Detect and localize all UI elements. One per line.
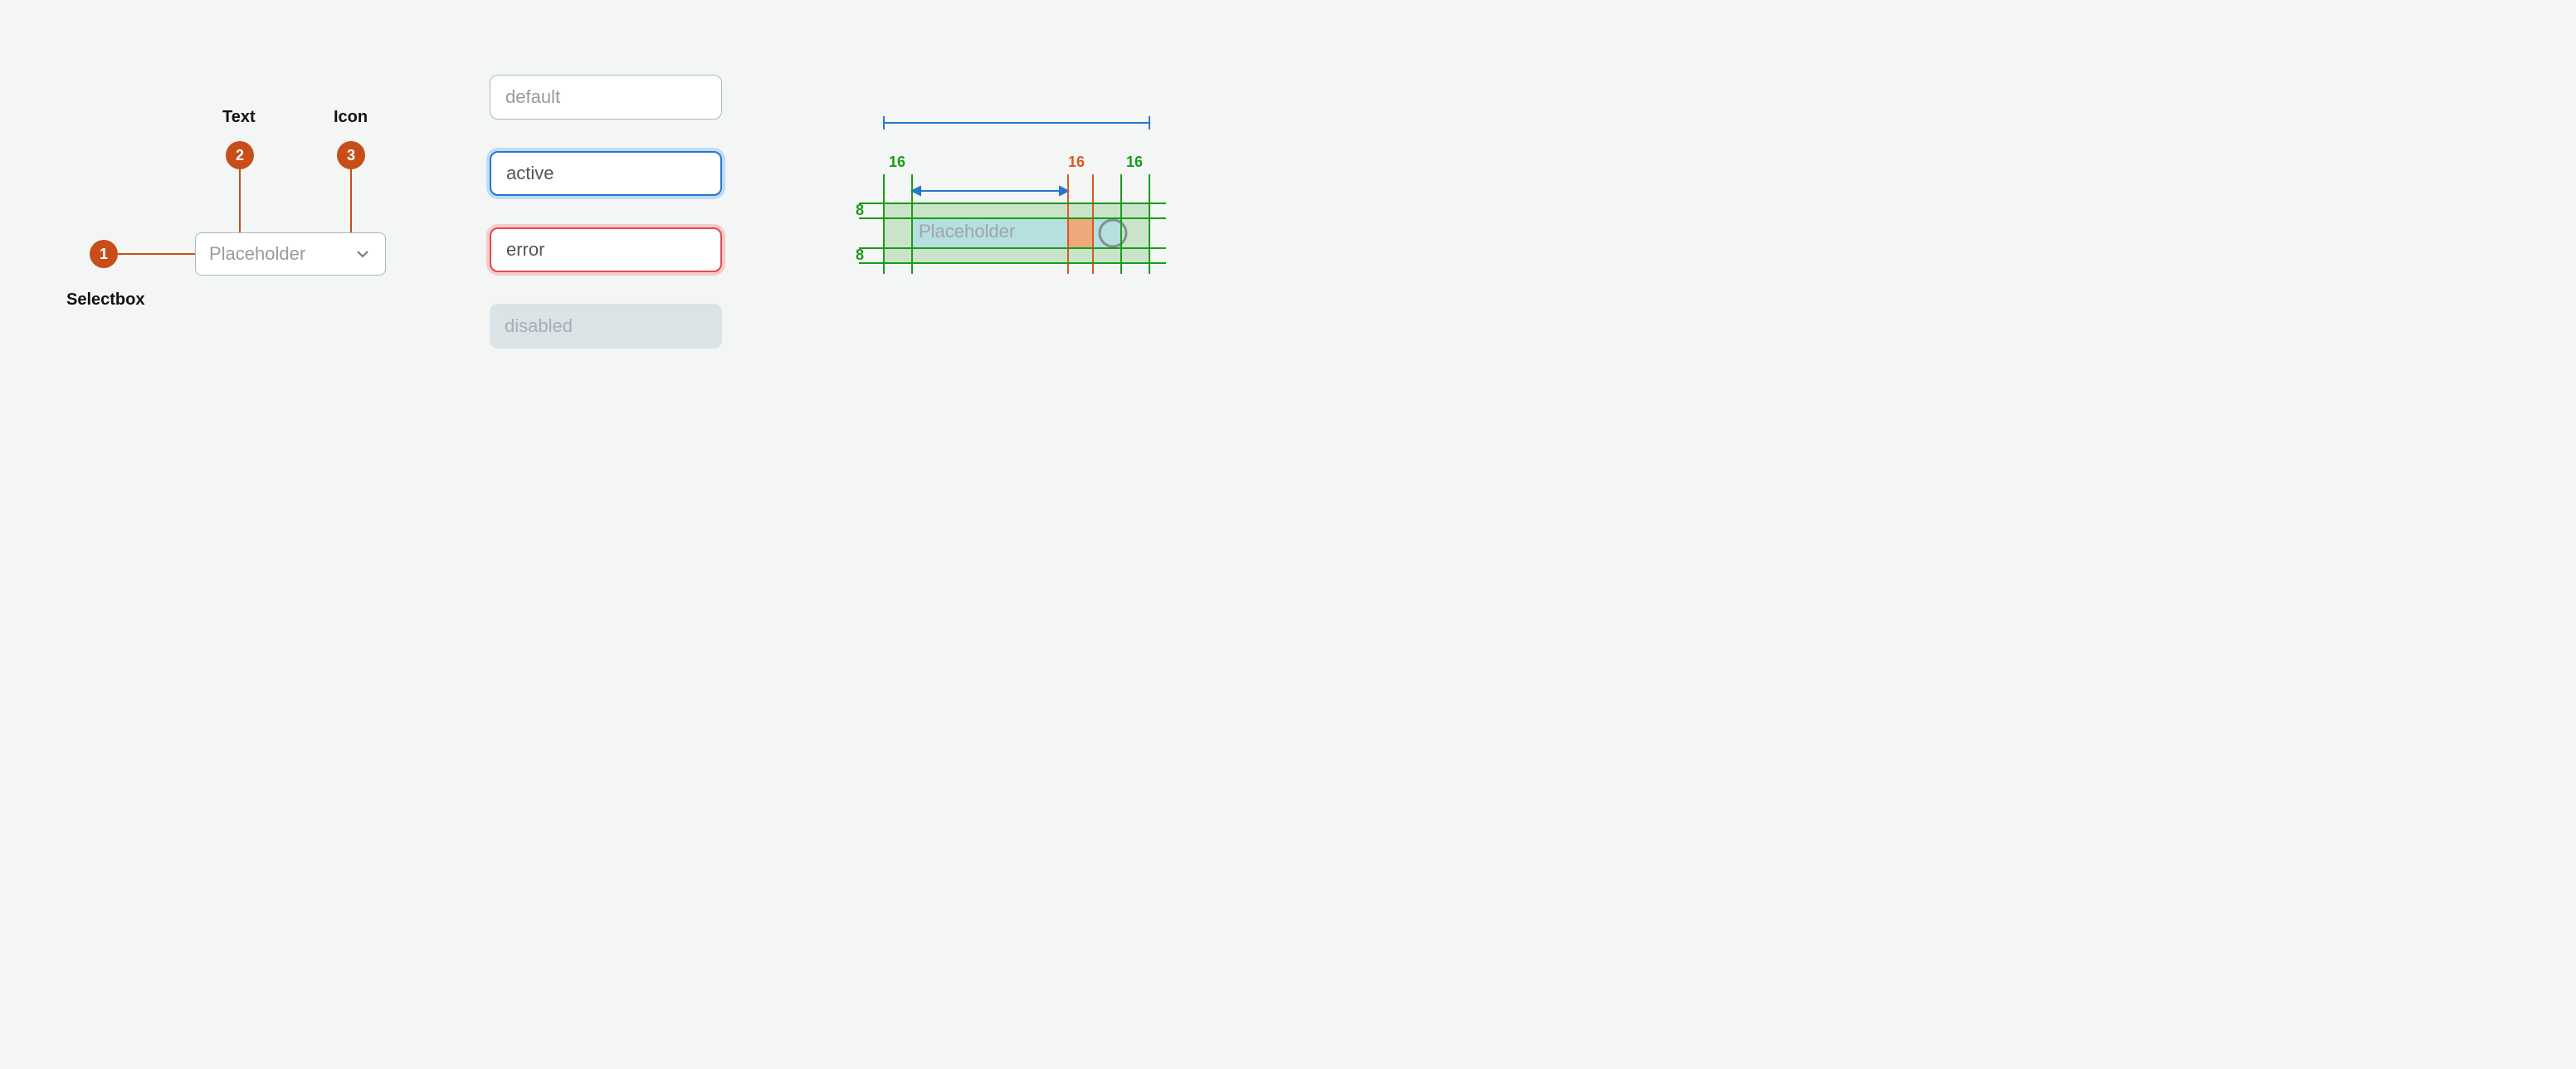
states-panel: default active error disabled [490, 75, 739, 380]
spec-panel: Placeholder 16 16 16 8 8 [842, 108, 1183, 324]
selectbox[interactable]: Placeholder [195, 232, 386, 276]
spec-measurement-overlay [842, 108, 1183, 324]
spec-pad-mid: 16 [1068, 154, 1085, 171]
anatomy-label-selectbox: Selectbox [66, 290, 144, 310]
state-active[interactable]: active [490, 151, 722, 196]
selectbox-placeholder-text: Placeholder [209, 243, 305, 265]
spec-placeholder-text: Placeholder [919, 221, 1015, 242]
spec-pad-left: 16 [889, 154, 905, 171]
anatomy-badge-1: 1 [90, 240, 118, 268]
state-error-label: error [506, 239, 544, 261]
spec-pad-bottom: 8 [856, 247, 864, 264]
chevron-down-icon [354, 245, 372, 263]
state-error[interactable]: error [490, 227, 722, 272]
spec-pad-right: 16 [1126, 154, 1143, 171]
state-disabled: disabled [490, 304, 722, 349]
state-default[interactable]: default [490, 75, 722, 120]
state-default-label: default [505, 86, 560, 108]
state-active-label: active [506, 163, 554, 184]
state-disabled-label: disabled [505, 315, 573, 337]
spec-pad-top: 8 [856, 202, 864, 219]
anatomy-panel: Text Icon 2 3 1 Selectbox Placeholder [66, 116, 415, 332]
